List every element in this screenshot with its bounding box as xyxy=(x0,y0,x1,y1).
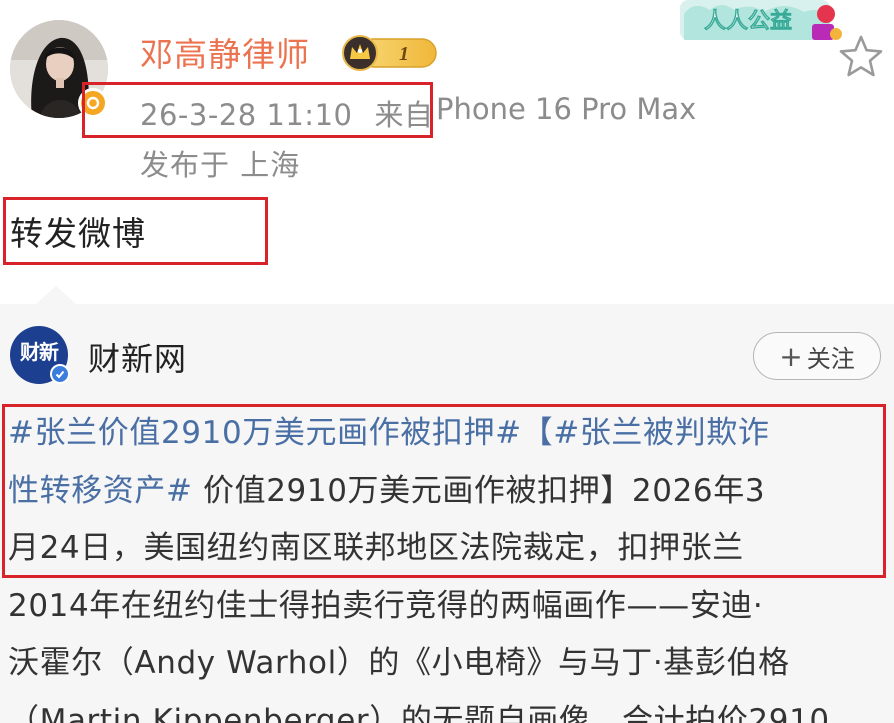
weibo-post-screenshot: 邓高静律师 1 人人公益 26-3-28 11:10 来自 Phone 16 Pr… xyxy=(0,0,894,723)
hashtag-link[interactable]: #张兰价值2910万美元画作被扣押# xyxy=(8,415,522,451)
source-name[interactable]: 财新网 xyxy=(88,334,187,380)
follow-label: 关注 xyxy=(806,344,855,373)
quoted-line: 2014年在纽约佳士得拍卖行竞得的两幅画作——安迪· xyxy=(8,587,764,624)
hashtag-link[interactable]: 性转移资产# xyxy=(8,473,193,509)
member-level-number: 1 xyxy=(399,43,409,65)
quoted-line: 性转移资产# 价值2910万美元画作被扣押】2026年3 xyxy=(8,463,888,521)
post-location: 发布于 上海 xyxy=(140,148,301,182)
source-logo-text: 财新 xyxy=(20,340,59,364)
verified-icon xyxy=(78,88,108,118)
device-source: Phone 16 Pro Max xyxy=(436,92,697,126)
quote-pointer xyxy=(36,286,76,304)
post-timestamp: 26-3-28 11:10 xyxy=(140,98,353,132)
quoted-line: （Martin Kippenberger）的无题自画像，合计拍价2910 xyxy=(8,702,830,723)
post-meta: 26-3-28 11:10 来自 xyxy=(140,92,434,134)
quoted-post-body: #张兰价值2910万美元画作被扣押#【#张兰被判欺诈 性转移资产# 价值2910… xyxy=(8,405,888,723)
source-prefix: 来自 xyxy=(374,98,434,132)
follow-button[interactable]: + 关注 xyxy=(753,332,881,380)
author-name[interactable]: 邓高静律师 xyxy=(140,28,310,76)
plus-icon: + xyxy=(779,339,803,373)
campaign-label: 人人公益 xyxy=(704,8,792,34)
favorite-star-icon[interactable] xyxy=(838,33,884,79)
hashtag-link[interactable]: 【#张兰被判欺诈 xyxy=(522,415,770,451)
source-verified-icon xyxy=(50,364,70,384)
quoted-line: 沃霍尔（Andy Warhol）的《小电椅》与马丁·基彭伯格 xyxy=(8,645,790,681)
campaign-badge-icon[interactable]: 人人公益 xyxy=(678,0,844,44)
repost-text: 转发微博 xyxy=(10,214,146,253)
quoted-text: 价值2910万美元画作被扣押】2026年3 xyxy=(192,472,766,509)
quoted-line: 月24日，美国纽约南区联邦地区法院裁定，扣押张兰 xyxy=(8,530,744,566)
member-level-badge-icon: 1 xyxy=(342,35,437,71)
quoted-line: #张兰价值2910万美元画作被扣押#【#张兰被判欺诈 xyxy=(8,405,888,463)
